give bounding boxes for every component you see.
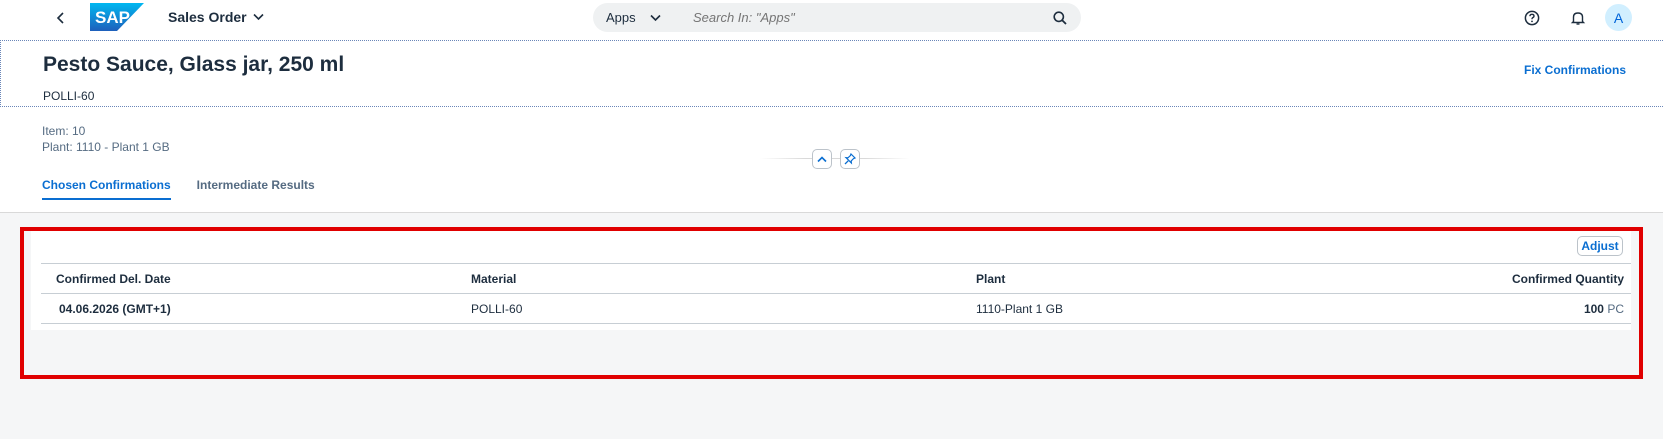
table-row[interactable]: 04.06.2026 (GMT+1) POLLI-60 1110-Plant 1…: [41, 294, 1631, 324]
header-divider: [760, 158, 910, 159]
search-scope-select[interactable]: Apps: [593, 10, 679, 25]
pin-header-button[interactable]: [840, 149, 860, 169]
back-button[interactable]: [50, 8, 72, 28]
tab-bar: Chosen Confirmations Intermediate Result…: [42, 176, 315, 213]
cell-confirmed-del-date: 04.06.2026 (GMT+1): [59, 301, 171, 316]
chevron-down-icon: [253, 13, 264, 21]
column-header-material[interactable]: Material: [471, 264, 976, 294]
adjust-button[interactable]: Adjust: [1577, 236, 1623, 256]
search-input[interactable]: [679, 10, 1049, 25]
search-button[interactable]: [1051, 9, 1069, 27]
tab-intermediate-results[interactable]: Intermediate Results: [197, 176, 315, 213]
chevron-down-icon: [650, 14, 661, 21]
search-icon: [1053, 11, 1067, 25]
notifications-button[interactable]: [1567, 7, 1589, 29]
confirmations-table-card: Adjust Confirmed Del. Date Material Plan…: [31, 229, 1631, 330]
user-avatar[interactable]: A: [1605, 4, 1632, 31]
column-header-confirmed-quantity[interactable]: Confirmed Quantity: [1376, 264, 1631, 294]
quantity-value: 100: [1583, 301, 1604, 316]
title-area: Pesto Sauce, Glass jar, 250 ml POLLI-60 …: [0, 40, 1663, 107]
header-attributes: Item: 10 Plant: 1110 - Plant 1 GB: [42, 123, 170, 155]
tab-chosen-confirmations[interactable]: Chosen Confirmations: [42, 176, 171, 213]
column-header-plant[interactable]: Plant: [976, 264, 1376, 294]
object-header: Pesto Sauce, Glass jar, 250 ml POLLI-60 …: [0, 36, 1663, 213]
item-attribute: Item: 10: [42, 124, 86, 138]
confirmations-table: Confirmed Del. Date Material Plant Confi…: [41, 263, 1631, 324]
column-header-confirmed-del-date[interactable]: Confirmed Del. Date: [41, 264, 471, 294]
table-header-row: Confirmed Del. Date Material Plant Confi…: [41, 263, 1631, 294]
help-button[interactable]: [1521, 7, 1543, 29]
collapse-header-button[interactable]: [812, 149, 832, 169]
app-title: Sales Order: [168, 9, 247, 25]
quantity-unit: PC: [1607, 301, 1624, 316]
chevron-left-icon: [56, 12, 64, 24]
fix-confirmations-link[interactable]: Fix Confirmations: [1524, 63, 1626, 77]
cell-confirmed-quantity: 100 PC: [1376, 294, 1631, 324]
plant-attribute: Plant: 1110 - Plant 1 GB: [42, 140, 170, 154]
pin-icon: [844, 153, 856, 165]
help-icon: [1524, 10, 1540, 26]
sap-logo: SAP: [90, 3, 144, 31]
search-bar: Apps: [593, 3, 1081, 32]
cell-plant: 1110-Plant 1 GB: [976, 301, 1063, 316]
svg-text:SAP: SAP: [95, 8, 130, 27]
search-scope-label: Apps: [606, 10, 636, 25]
cell-material: POLLI-60: [471, 301, 523, 316]
page-title: Pesto Sauce, Glass jar, 250 ml: [43, 53, 345, 76]
chevron-up-icon: [817, 155, 827, 162]
shell-bar: SAP Sales Order Apps Search In: "Apps" A: [0, 0, 1663, 36]
app-title-menu[interactable]: Sales Order: [168, 9, 264, 25]
bell-icon: [1570, 12, 1586, 25]
page-subtitle: POLLI-60: [43, 89, 95, 103]
